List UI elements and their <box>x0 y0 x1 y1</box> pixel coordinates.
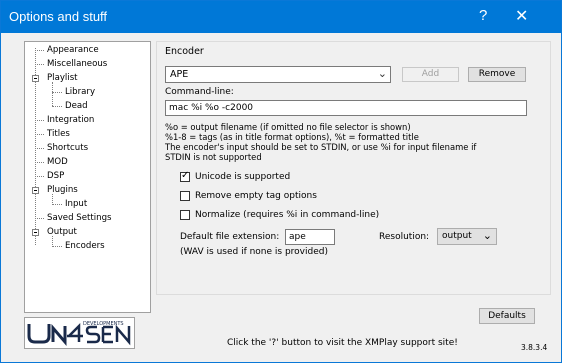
support-hint: Click the '?' button to visit the XMPlay… <box>227 338 458 348</box>
un4seen-logo: DEVELOPMENTS <box>24 317 135 349</box>
unicode-checkbox[interactable] <box>180 170 190 182</box>
remove-empty-tag-label: Remove empty tag options <box>195 191 317 201</box>
tree-line <box>35 148 44 150</box>
tree-line <box>35 134 44 136</box>
tree-item-shortcuts[interactable]: Shortcuts <box>46 142 89 155</box>
tree-line <box>52 246 62 248</box>
window-title: Options and stuff <box>9 9 108 24</box>
options-tree[interactable]: Appearance Miscellaneous Playlist Librar… <box>24 41 151 313</box>
tree-item-titles[interactable]: Titles <box>46 128 71 141</box>
tree-item-miscellaneous[interactable]: Miscellaneous <box>46 58 108 71</box>
encoder-group-title: Encoder <box>165 46 204 57</box>
tree-line <box>52 92 62 94</box>
title-bar: Options and stuff ? ✕ <box>1 1 561 33</box>
resolution-value: output <box>442 231 472 241</box>
extension-note: (WAV is used if none is provided) <box>180 247 328 257</box>
tree-line <box>35 120 44 122</box>
tree-line <box>52 204 62 206</box>
tree-item-output[interactable]: Output <box>46 226 78 239</box>
resolution-label: Resolution: <box>379 232 430 242</box>
tree-line <box>35 176 44 178</box>
logo-developments-text: DEVELOPMENTS <box>83 321 124 327</box>
command-help-text: %o = output filename (if omitted no file… <box>165 122 535 162</box>
encoder-select[interactable]: APE ⌄ <box>165 66 391 83</box>
collapse-output-icon[interactable] <box>32 229 39 236</box>
tree-line <box>35 162 44 164</box>
tree-line <box>35 50 44 52</box>
tree-line <box>52 106 62 108</box>
chevron-down-icon: ⌄ <box>482 229 492 242</box>
tree-item-plugins[interactable]: Plugins <box>46 184 79 197</box>
tree-item-dead[interactable]: Dead <box>64 100 89 113</box>
chevron-down-icon: ⌄ <box>377 67 387 80</box>
tree-item-playlist[interactable]: Playlist <box>46 72 79 85</box>
logo-graphic: DEVELOPMENTS <box>27 321 131 347</box>
tree-item-mod[interactable]: MOD <box>46 156 69 169</box>
extension-input[interactable]: ape <box>285 229 335 245</box>
version-text: 3.8.3.4 <box>521 343 548 352</box>
help-line: %o = output filename (if omitted no file… <box>165 122 411 132</box>
remove-button[interactable]: Remove <box>468 67 526 82</box>
help-line: The encoder's input should be set to STD… <box>165 142 477 152</box>
close-button[interactable]: ✕ <box>515 6 528 26</box>
collapse-playlist-icon[interactable] <box>32 75 39 82</box>
add-button[interactable]: Add <box>402 67 459 82</box>
remove-empty-tag-checkbox[interactable] <box>180 191 190 201</box>
tree-item-saved-settings[interactable]: Saved Settings <box>46 212 113 225</box>
tree-item-input[interactable]: Input <box>64 198 88 211</box>
tree-item-library[interactable]: Library <box>64 86 96 99</box>
encoder-select-value: APE <box>170 69 189 80</box>
command-line-label: Command-line: <box>165 87 234 97</box>
tree-line <box>52 82 54 106</box>
command-line-input[interactable]: mac %i %o -c2000 <box>165 100 527 116</box>
tree-item-encoders[interactable]: Encoders <box>64 240 106 253</box>
defaults-button[interactable]: Defaults <box>479 308 535 324</box>
tree-item-integration[interactable]: Integration <box>46 114 95 127</box>
normalize-label: Normalize (requires %i in command-line) <box>195 210 380 220</box>
resolution-select[interactable]: output ⌄ <box>437 228 497 245</box>
unicode-label: Unicode is supported <box>195 172 291 182</box>
extension-label: Default file extension: <box>180 232 280 242</box>
tree-item-dsp[interactable]: DSP <box>46 170 65 183</box>
help-button[interactable]: ? <box>479 7 487 24</box>
tree-line <box>35 218 44 220</box>
collapse-plugins-icon[interactable] <box>32 187 39 194</box>
normalize-checkbox[interactable] <box>180 210 190 220</box>
tree-item-appearance[interactable]: Appearance <box>46 44 100 57</box>
help-line: STDIN is not supported <box>165 152 262 162</box>
help-line: %1-8 = tags (as in title format options)… <box>165 132 419 142</box>
tree-line <box>35 64 44 66</box>
options-window: Options and stuff ? ✕ Appearance Miscell… <box>0 0 562 363</box>
